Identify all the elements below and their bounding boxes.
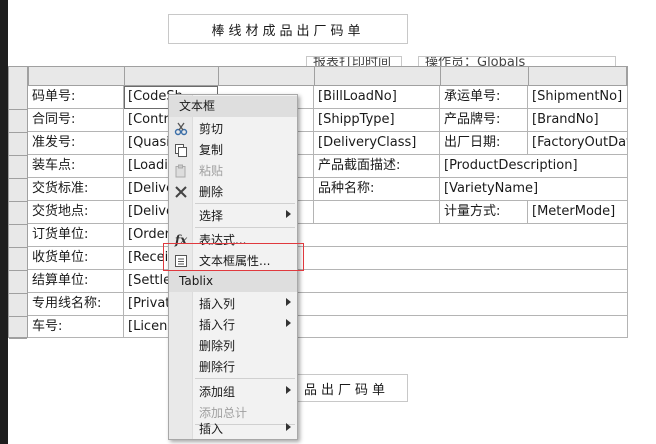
field-cell[interactable]: [VarietyName] [440, 178, 628, 201]
row-handle[interactable] [9, 179, 27, 202]
paste-icon [169, 160, 193, 181]
submenu-arrow-icon [286, 386, 291, 394]
submenu-arrow-icon [286, 298, 291, 306]
tablix[interactable]: 码单号: [CodeSh 合同号: [Contrac 准发号: [QuasiSi… [8, 66, 628, 339]
menu-item-insert[interactable]: 插入 [169, 418, 297, 439]
row-handle[interactable] [9, 294, 27, 317]
label-cell[interactable]: 码单号: [28, 86, 124, 109]
label-cell[interactable]: 订货单位: [28, 224, 124, 247]
menu-item-copy[interactable]: 复制 [169, 139, 297, 160]
menu-item-insert-row[interactable]: 插入行 [169, 314, 297, 335]
column-handle[interactable] [441, 67, 529, 85]
field-cell[interactable]: [DeliveryClass] [314, 132, 440, 155]
label-cell[interactable]: 结算单位: [28, 270, 124, 293]
label-cell[interactable]: 交货地点: [28, 201, 124, 224]
menu-item-paste[interactable]: 粘贴 [169, 160, 297, 181]
field-cell[interactable] [314, 201, 440, 224]
row-handle[interactable] [9, 225, 27, 248]
tablix-grid: 码单号: [CodeSh 合同号: [Contrac 准发号: [QuasiSi… [28, 86, 628, 338]
tablix-row-handles[interactable] [8, 66, 28, 339]
column-handle[interactable] [315, 67, 441, 85]
field-cell[interactable]: [BillLoadNo] [314, 86, 440, 109]
menu-item-delete-column[interactable]: 删除列 [169, 335, 297, 356]
row-handle[interactable] [9, 87, 27, 110]
report-title-textbox[interactable]: 棒线材成品出厂码单 [168, 14, 408, 44]
label-cell[interactable]: 装车点: [28, 155, 124, 178]
field-cell[interactable]: [ShipmentNo] [528, 86, 628, 109]
label-cell[interactable]: 准发号: [28, 132, 124, 155]
field-cell[interactable]: [ShippType] [314, 109, 440, 132]
field-cell[interactable]: [FactoryOutData] [528, 132, 628, 155]
menu-item-delete-row[interactable]: 删除行 [169, 356, 297, 377]
label-cell[interactable]: 产品截面描述: [314, 155, 440, 178]
label-cell[interactable]: 品种名称: [314, 178, 440, 201]
menu-separator [195, 378, 295, 379]
row-handle[interactable] [9, 248, 27, 271]
menu-item-select[interactable]: 选择 [169, 205, 297, 226]
label-cell[interactable]: 收货单位: [28, 247, 124, 270]
label-cell[interactable]: 交货标准: [28, 178, 124, 201]
label-cell[interactable]: 专用线名称: [28, 293, 124, 316]
field-cell[interactable]: [ProductDescription] [440, 155, 628, 178]
column-handle[interactable] [29, 67, 125, 85]
delete-x-icon [169, 181, 193, 202]
row-handle[interactable] [9, 110, 27, 133]
column-handle[interactable] [125, 67, 219, 85]
column-handle[interactable] [219, 67, 315, 85]
menu-section-tablix: Tablix [169, 271, 297, 292]
left-dark-strip [0, 0, 8, 444]
highlight-box [163, 243, 304, 271]
label-cell[interactable]: 车号: [28, 316, 124, 338]
report-design-surface[interactable]: 棒线材成品出厂码单 报表打印时间 操作员：Globals 码单号: [CodeS… [8, 0, 656, 444]
menu-section-textbox: 文本框 [169, 96, 297, 117]
field-cell[interactable]: [MeterMode] [528, 201, 628, 224]
submenu-arrow-icon [286, 319, 291, 327]
field-cell[interactable]: [BrandNo] [528, 109, 628, 132]
tablix-column-handles[interactable] [28, 66, 628, 86]
menu-separator [195, 203, 295, 204]
label-cell[interactable]: 出厂日期: [440, 132, 528, 155]
menu-separator [195, 227, 295, 228]
label-cell[interactable]: 计量方式: [440, 201, 528, 224]
report-title: 棒线材成品出厂码单 [211, 23, 365, 39]
copy-icon [169, 139, 193, 160]
menu-item-insert-column[interactable]: 插入列 [169, 293, 297, 314]
menu-item-delete[interactable]: 删除 [169, 181, 297, 202]
menu-item-add-group[interactable]: 添加组 [169, 381, 297, 402]
row-handle[interactable] [9, 156, 27, 179]
submenu-arrow-icon [286, 210, 291, 218]
bottom-title: 品出厂码单 [303, 382, 389, 398]
column-handle[interactable] [529, 67, 627, 85]
label-cell[interactable]: 产品牌号: [440, 109, 528, 132]
row-handle[interactable] [9, 133, 27, 156]
row-handle[interactable] [9, 317, 27, 339]
label-cell[interactable]: 承运单号: [440, 86, 528, 109]
menu-item-cut[interactable]: 剪切 [169, 118, 297, 139]
row-handle[interactable] [9, 202, 27, 225]
label-cell[interactable]: 合同号: [28, 109, 124, 132]
submenu-arrow-icon [286, 423, 291, 431]
row-handle[interactable] [9, 271, 27, 294]
scissors-icon [169, 118, 193, 139]
